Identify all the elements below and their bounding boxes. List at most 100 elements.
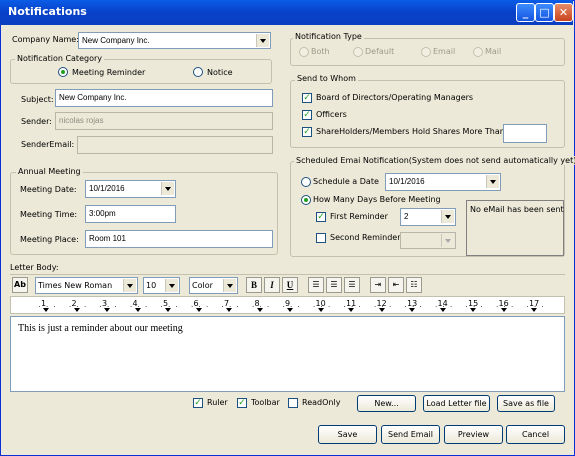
both-label: Both <box>311 47 330 56</box>
bullets-button[interactable]: ☷ <box>406 277 422 293</box>
tab-stop-marker[interactable] <box>378 308 385 312</box>
notice-radio[interactable] <box>193 67 203 77</box>
second-reminder-checkbox[interactable] <box>316 233 326 243</box>
font-style-button[interactable]: Ab <box>12 277 28 293</box>
font-style-icon: Ab <box>14 280 26 289</box>
cancel-button[interactable]: Cancel <box>506 425 565 444</box>
readonly-checkbox[interactable] <box>288 398 298 408</box>
board-checkbox[interactable]: ✓ <box>302 93 312 103</box>
font-color-select[interactable]: Color <box>189 277 238 294</box>
tab-stop-marker[interactable] <box>226 308 232 312</box>
italic-button[interactable]: I <box>264 277 280 293</box>
tab-stop-marker[interactable] <box>43 308 49 312</box>
maximize-button[interactable]: □ <box>535 3 554 22</box>
officers-label: Officers <box>316 110 347 119</box>
both-radio[interactable] <box>299 47 309 57</box>
tab-stop-marker[interactable] <box>287 308 293 312</box>
ruler-tick: · <box>511 303 514 311</box>
send-email-button[interactable]: Send Email <box>381 425 440 444</box>
preview-button[interactable]: Preview <box>444 425 503 444</box>
sender-label: Sender: <box>21 117 52 126</box>
toolbar-checkbox[interactable]: ✓ <box>237 398 247 408</box>
meeting-place-input[interactable]: Room 101 <box>85 230 273 248</box>
default-radio[interactable] <box>353 47 363 57</box>
tab-stop-marker[interactable] <box>409 308 415 312</box>
ruler-checkbox[interactable]: ✓ <box>193 398 203 408</box>
ruler-tick: · <box>404 303 407 311</box>
mail-radio[interactable] <box>473 47 483 57</box>
tab-stop-marker[interactable] <box>500 308 507 312</box>
tab-stop-marker[interactable] <box>73 308 80 312</box>
email-status-text: No eMail has been sent <box>470 205 564 214</box>
tab-stop-marker[interactable] <box>256 308 263 312</box>
days-before-radio[interactable] <box>301 195 311 205</box>
shareholders-checkbox[interactable]: ✓ <box>302 127 312 137</box>
new-button[interactable]: New... <box>357 395 416 412</box>
officers-checkbox[interactable]: ✓ <box>302 110 312 120</box>
close-icon: ✕ <box>558 6 569 19</box>
letter-body-text: This is just a reminder about our meetin… <box>18 323 183 334</box>
letter-body-editor[interactable]: This is just a reminder about our meetin… <box>10 316 565 392</box>
ruler-tick: · <box>358 303 361 311</box>
second-reminder-select[interactable] <box>400 232 456 249</box>
mail-label: Mail <box>485 47 502 56</box>
meeting-date-label: Meeting Date: <box>20 185 77 194</box>
tab-stop-marker[interactable] <box>348 308 354 312</box>
tab-stop-marker[interactable] <box>104 308 110 312</box>
first-reminder-label: First Reminder <box>330 212 388 221</box>
align-right-button[interactable]: ☰ <box>344 277 360 293</box>
tab-stop-marker[interactable] <box>165 308 171 312</box>
first-reminder-checkbox[interactable]: ✓ <box>316 212 326 222</box>
email-radio[interactable] <box>421 47 431 57</box>
meeting-date-picker[interactable]: 10/1/2016 <box>85 180 176 198</box>
font-name-select[interactable]: Times New Roman <box>35 277 138 294</box>
shares-input[interactable] <box>503 124 547 143</box>
align-left-button[interactable]: ☰ <box>308 277 324 293</box>
chevron-down-icon <box>165 279 178 292</box>
meeting-reminder-radio[interactable] <box>58 67 68 77</box>
ruler-tick: · <box>84 303 87 311</box>
load-letter-file-button[interactable]: Load Letter file <box>423 395 490 412</box>
ruler-tick: · <box>252 303 255 311</box>
indent-button[interactable]: ⇥ <box>370 277 386 293</box>
tab-stop-marker[interactable] <box>470 308 476 312</box>
first-reminder-select[interactable]: 2 <box>400 208 456 226</box>
ruler-tick: · <box>221 303 224 311</box>
ruler-tick: · <box>191 303 194 311</box>
sender-input[interactable]: nicolas rojas <box>55 112 273 130</box>
schedule-date-picker[interactable]: 10/1/2016 <box>385 173 501 191</box>
ruler-tick: · <box>313 303 316 311</box>
tab-stop-marker[interactable] <box>195 308 202 312</box>
tab-stop-marker[interactable] <box>439 308 446 312</box>
underline-button[interactable]: U <box>282 277 298 293</box>
notification-category-title: Notification Category <box>15 54 104 63</box>
email-status-panel: No eMail has been sent <box>466 200 564 256</box>
save-button[interactable]: Save <box>318 425 377 444</box>
sender-email-input[interactable] <box>77 136 273 154</box>
close-button[interactable]: ✕ <box>554 3 573 22</box>
align-center-button[interactable]: ☰ <box>326 277 342 293</box>
company-name-label: Company Name: <box>12 35 79 44</box>
ruler-tick: · <box>328 303 331 311</box>
send-to-whom-title: Send to Whom <box>295 74 358 83</box>
save-as-file-button[interactable]: Save as file <box>497 395 555 412</box>
notification-type-title: Notification Type <box>293 32 364 41</box>
company-name-select[interactable]: New Company Inc. <box>78 32 271 49</box>
tab-stop-marker[interactable] <box>134 308 141 312</box>
outdent-button[interactable]: ⇤ <box>388 277 404 293</box>
tab-stop-marker[interactable] <box>531 308 537 312</box>
ruler-tick: · <box>419 303 422 311</box>
font-size-select[interactable]: 10 <box>143 277 180 294</box>
ruler-tick: · <box>541 303 544 311</box>
first-reminder-value: 2 <box>404 212 409 221</box>
chevron-down-icon <box>256 34 269 47</box>
bold-button[interactable]: B <box>246 277 262 293</box>
schedule-date-radio[interactable] <box>301 177 311 187</box>
tab-stop-marker[interactable] <box>317 308 324 312</box>
subject-input[interactable]: New Company Inc. <box>55 89 273 107</box>
meeting-time-input[interactable]: 3:00pm <box>85 205 176 223</box>
minimize-button[interactable]: _ <box>516 3 535 22</box>
minimize-icon: _ <box>522 6 529 19</box>
ruler[interactable]: 1 · · · 2 · · · 3 · · · 4 · · · 5 · · · 6 · · · 7 · · · 8 · · · 9 · · · 10 · ·… <box>10 296 565 314</box>
font-name-value: Times New Roman <box>38 281 113 290</box>
